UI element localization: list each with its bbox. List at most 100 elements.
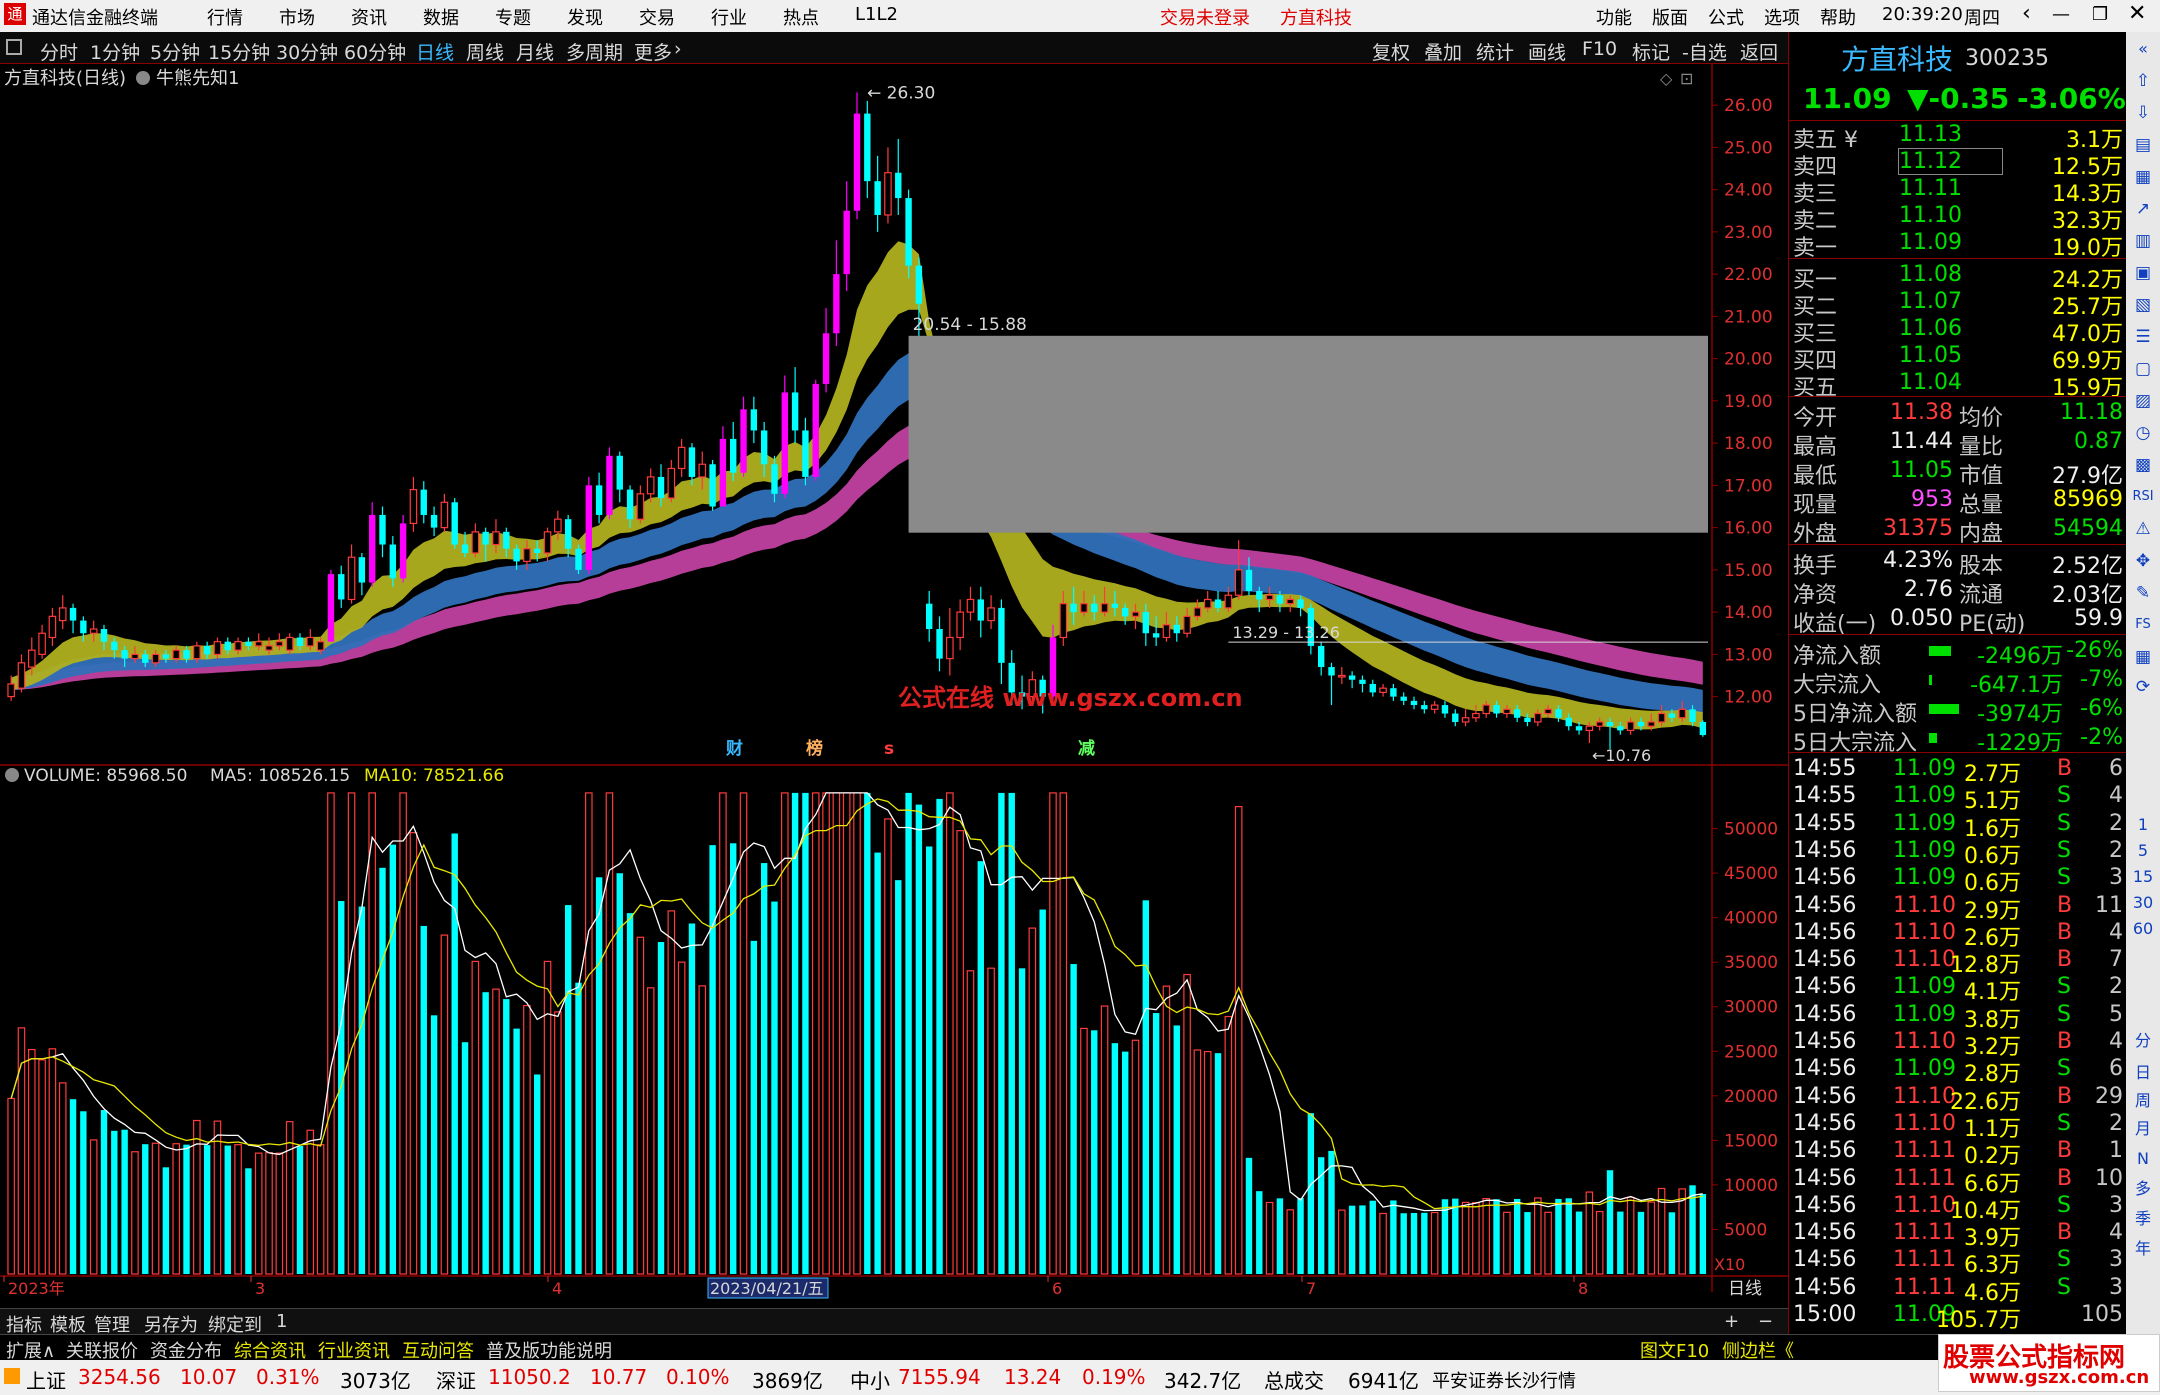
adjust-button[interactable]: 复权 [1372,38,1410,65]
kline-chart[interactable]: 12.00 13.00 14.00 15.00 16.00 17.00 18.00 19.00… [0,64,1788,1308]
period-tab-15min[interactable]: 15分钟 [208,38,270,65]
list-icon[interactable]: ☰ [2130,324,2156,350]
tick-count: 6 [2109,1056,2123,1082]
overlay-button[interactable]: 叠加 [1424,38,1462,65]
menu-item-l1l2[interactable]: L1L2 [855,4,898,25]
volume-bar [956,830,964,1275]
diamond-icon[interactable]: ◇ [1660,69,1673,88]
doc-icon[interactable]: ▢ [2130,356,2156,382]
menu-item-news[interactable]: 资讯 [351,4,387,30]
menu-item-data[interactable]: 数据 [423,4,459,30]
index-name-sz[interactable]: 深证 [436,1365,476,1394]
tick-price: 11.09 [1893,783,1956,809]
back-icon[interactable]: ‹ [2022,1,2031,26]
index-icon[interactable] [4,1368,20,1384]
period-tab-30min[interactable]: 30分钟 [276,38,338,65]
move-icon[interactable]: ✥ [2130,548,2156,574]
candle-body [791,392,799,431]
pen-icon[interactable]: ✎ [2130,580,2156,606]
side-period-0[interactable]: 分 [2130,1028,2156,1054]
menu-item-discover[interactable]: 发现 [567,4,603,30]
menu-item-hot[interactable]: 热点 [783,4,819,30]
stats-row: 外盘 31375 内盘 54594 [1789,516,2127,547]
zoom-in-button[interactable]: + [1724,1311,1739,1332]
collapse-left-icon[interactable]: « [2130,36,2156,62]
volume-bar [842,792,851,1275]
side-period-11[interactable]: 30 [2130,890,2156,916]
period-tab-more[interactable]: 更多 [634,38,672,65]
return-button[interactable]: 返回 [1740,38,1778,65]
period-tab-multi[interactable]: 多周期 [566,38,623,65]
menu-item-topics[interactable]: 专题 [495,4,531,30]
side-period-7[interactable]: 年 [2130,1236,2156,1262]
draw-button[interactable]: 画线 [1528,38,1566,65]
rsi-icon[interactable]: RSI [2130,484,2156,510]
grid-icon[interactable]: ▦ [2130,164,2156,190]
bid-volume: 15.9万 [2052,376,2123,401]
toggle-panel-icon[interactable] [6,39,22,55]
zoom-out-button[interactable]: − [1758,1311,1773,1332]
price-tick-label: 19.00 [1724,392,1773,412]
f10-icon[interactable]: ▧ [2130,292,2156,318]
period-tab-60min[interactable]: 60分钟 [344,38,406,65]
indicator-settings-icon[interactable] [136,71,150,85]
chart-icon[interactable]: ▤ [2130,132,2156,158]
menu-item-layout[interactable]: 版面 [1652,4,1688,30]
menu-item-formula[interactable]: 公式 [1708,4,1744,30]
side-period-3[interactable]: 月 [2130,1116,2156,1142]
restore-chart-icon[interactable]: ⊡ [1680,69,1693,88]
side-period-8[interactable]: 1 [2130,812,2156,838]
side-period-2[interactable]: 周 [2130,1088,2156,1114]
arrow-up-icon[interactable]: ⇧ [2130,68,2156,94]
menu-item-trade[interactable]: 交易 [639,4,675,30]
index-name-sh[interactable]: 上证 [26,1365,66,1394]
period-tab-daily[interactable]: 日线 [416,38,454,65]
menu-item-market[interactable]: 行情 [207,4,243,30]
side-period-1[interactable]: 日 [2130,1060,2156,1086]
price-change: ▼-0.35 [1907,82,2010,115]
sheet-icon[interactable]: ▨ [2130,388,2156,414]
side-period-10[interactable]: 15 [2130,864,2156,890]
side-period-6[interactable]: 季 [2130,1206,2156,1232]
side-period-12[interactable]: 60 [2130,916,2156,942]
alert-icon[interactable]: ⚠ [2130,516,2156,542]
menu-item-industry[interactable]: 行业 [711,4,747,30]
menu-item-help[interactable]: 帮助 [1820,4,1856,30]
period-tab-5min[interactable]: 5分钟 [150,38,200,65]
period-tab-monthly[interactable]: 月线 [516,38,554,65]
side-period-4[interactable]: N [2130,1146,2156,1172]
mark-button[interactable]: 标记 [1632,38,1670,65]
index-name-zx[interactable]: 中小 [850,1365,890,1394]
indicator-name[interactable]: 牛熊先知1 [156,68,239,89]
excel-icon[interactable]: ▦ [2130,644,2156,670]
kline-icon[interactable]: ▥ [2130,228,2156,254]
table-icon[interactable]: ▣ [2130,260,2156,286]
clock-icon[interactable]: ◷ [2130,420,2156,446]
trade-login-status[interactable]: 交易未登录 [1160,4,1250,30]
refresh-icon[interactable]: ⟳ [2130,674,2156,700]
chevron-right-icon[interactable]: › [674,38,682,60]
arrow-down-icon[interactable]: ⇩ [2130,100,2156,126]
tab-slot-1[interactable]: 1 [276,1311,287,1332]
menu-item-function[interactable]: 功能 [1596,4,1632,30]
chart-area[interactable]: 12.00 13.00 14.00 15.00 16.00 17.00 18.00 19.00… [0,64,1788,1308]
volume-bar [7,1097,15,1275]
trend-icon[interactable]: ↗ [2130,196,2156,222]
fs-icon[interactable]: FS [2130,612,2156,638]
side-period-9[interactable]: 5 [2130,838,2156,864]
broker-name[interactable]: 平安证券长沙行情 [1432,1367,1576,1393]
bars-icon[interactable]: ▩ [2130,452,2156,478]
remove-watchlist-button[interactable]: -自选 [1682,38,1727,65]
menu-item-markets[interactable]: 市场 [279,4,315,30]
restore-icon[interactable]: ❐ [2092,4,2108,25]
period-tab-1min[interactable]: 1分钟 [90,38,140,65]
period-tab-timeshare[interactable]: 分时 [40,38,78,65]
stats-button[interactable]: 统计 [1476,38,1514,65]
stats-row: 换手 4.23% 股本 2.52亿 [1789,548,2127,579]
side-period-5[interactable]: 多 [2130,1176,2156,1202]
menu-item-options[interactable]: 选项 [1764,4,1800,30]
close-icon[interactable]: ✕ [2128,1,2146,26]
period-tab-weekly[interactable]: 周线 [466,38,504,65]
f10-button[interactable]: F10 [1582,38,1617,60]
minimize-icon[interactable]: — [2052,4,2070,25]
